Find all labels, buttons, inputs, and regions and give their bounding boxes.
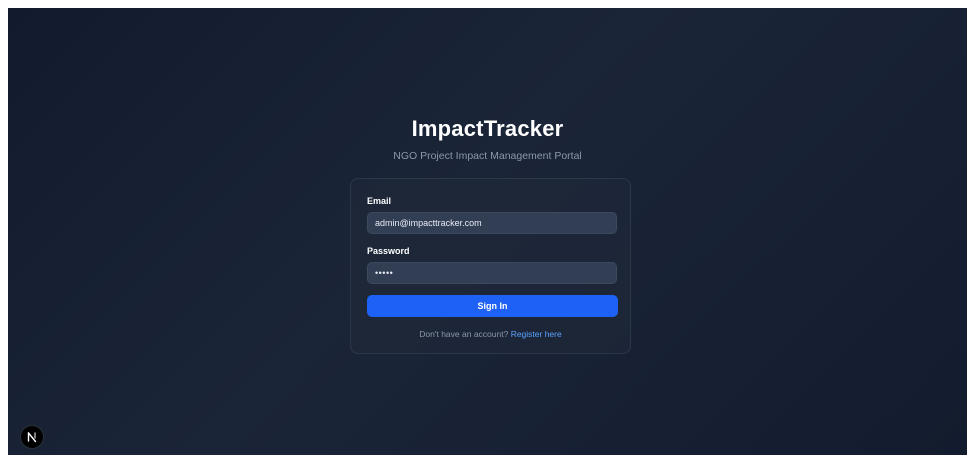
register-link[interactable]: Register here (511, 329, 562, 339)
email-label: Email (367, 196, 392, 206)
register-prompt-line: Don't have an account? Register here (351, 329, 630, 340)
app-title: ImpactTracker (411, 116, 564, 141)
page-header: ImpactTracker NGO Project Impact Managem… (8, 116, 967, 163)
nextjs-dev-badge[interactable] (21, 426, 43, 448)
password-field[interactable] (367, 262, 617, 284)
password-label: Password (367, 246, 410, 256)
app-subtitle: NGO Project Impact Management Portal (393, 150, 582, 162)
nextjs-logo-icon (27, 432, 37, 443)
register-prompt-text: Don't have an account? (419, 329, 509, 339)
email-field[interactable] (367, 212, 617, 234)
login-page: ImpactTracker NGO Project Impact Managem… (8, 8, 967, 455)
sign-in-button[interactable]: Sign In (367, 295, 618, 317)
login-card: Email Password Sign In Don't have an acc… (350, 178, 631, 354)
